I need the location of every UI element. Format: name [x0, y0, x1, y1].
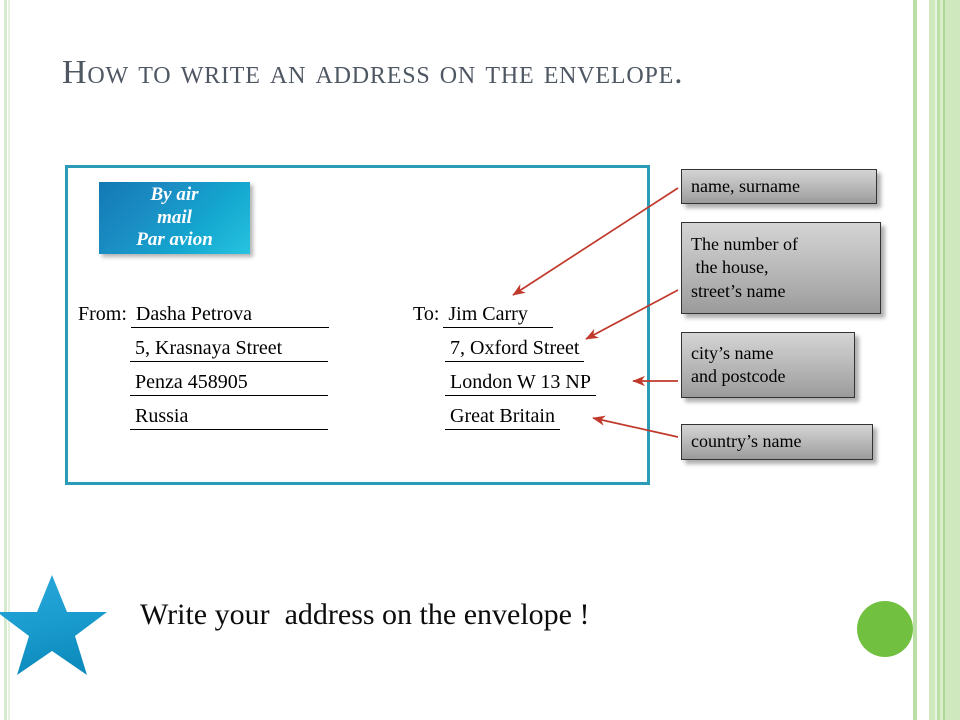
- slide-canvas: How to write an address on the envelope.…: [0, 0, 960, 720]
- recipient-country-value: Great Britain: [445, 405, 560, 430]
- sender-name-value: Dasha Petrova: [130, 303, 329, 328]
- callout-name-surname: name, surname: [681, 169, 877, 204]
- recipient-city-value: London W 13 NP: [445, 371, 596, 396]
- green-circle-decoration: [857, 601, 913, 657]
- to-label: To:: [413, 303, 440, 325]
- sender-address-block: From: Dasha Petrova 5, Krasnaya Street P…: [78, 303, 329, 439]
- air-mail-line-1: By air: [150, 184, 199, 206]
- recipient-row-name: To: Jim Carry: [413, 303, 596, 337]
- star-icon: [0, 575, 107, 675]
- air-mail-line-3: Par avion: [136, 229, 213, 251]
- callout-house-line-3: street’s name: [691, 280, 786, 301]
- callout-house-street: The number of the house, street’s name: [681, 222, 881, 314]
- sender-row-name: From: Dasha Petrova: [78, 303, 329, 337]
- recipient-street-value: 7, Oxford Street: [445, 337, 585, 362]
- sender-row-city: Penza 458905: [78, 371, 329, 405]
- recipient-row-country: Great Britain: [413, 405, 596, 439]
- sender-row-country: Russia: [78, 405, 329, 439]
- callout-city-line-1: city’s name: [691, 342, 774, 363]
- envelope-graphic: By air mail Par avion From: Dasha Petrov…: [65, 165, 650, 485]
- callout-house-line-1: The number of: [691, 234, 798, 255]
- sender-row-street: 5, Krasnaya Street: [78, 337, 329, 371]
- callout-name-line-1: name, surname: [691, 175, 800, 196]
- page-title: How to write an address on the envelope.: [62, 54, 684, 91]
- from-label: From:: [78, 303, 127, 325]
- right-edge-stripe-thin: [913, 0, 917, 720]
- callout-city-line-2: and postcode: [691, 366, 786, 386]
- recipient-row-city: London W 13 NP: [413, 371, 596, 405]
- air-mail-line-2: mail: [157, 206, 192, 228]
- callout-country-name: country’s name: [681, 424, 873, 460]
- right-edge-stripe-band: [928, 0, 960, 720]
- sender-street-value: 5, Krasnaya Street: [130, 337, 328, 362]
- recipient-address-block: To: Jim Carry 7, Oxford Street London W …: [413, 303, 596, 439]
- air-mail-badge: By air mail Par avion: [99, 182, 250, 254]
- sender-city-value: Penza 458905: [130, 371, 328, 396]
- recipient-row-street: 7, Oxford Street: [413, 337, 596, 371]
- instruction-text: Write your address on the envelope !: [140, 598, 590, 631]
- callout-house-line-2: the house,: [691, 257, 769, 278]
- callout-city-postcode: city’s name and postcode: [681, 332, 855, 398]
- callout-country-line-1: country’s name: [691, 431, 802, 452]
- sender-country-value: Russia: [130, 405, 328, 430]
- recipient-name-value: Jim Carry: [443, 303, 554, 328]
